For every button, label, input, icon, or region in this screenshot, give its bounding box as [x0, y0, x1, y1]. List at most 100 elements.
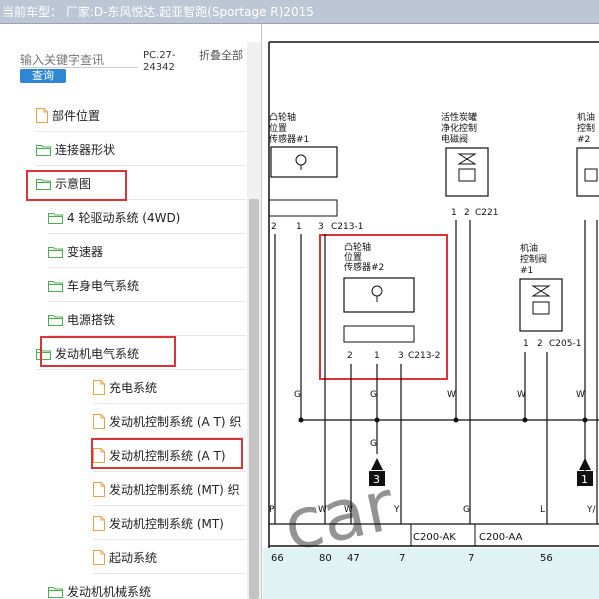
connector-c200-ak: C200-AK	[413, 532, 456, 543]
tree-item[interactable]: 发动机控制系统 (MT)	[93, 508, 246, 540]
oil-control-valve-1[interactable]: 机油 控制阀 #1 1 2 C205-1	[519, 242, 581, 349]
wire-label: W	[318, 505, 327, 515]
cam2-connector: C213-2	[408, 351, 440, 361]
tree-item-label: 车身电气系统	[67, 279, 140, 293]
canister-pin-2: 2	[464, 208, 470, 218]
ecu-pin: 56	[540, 553, 553, 564]
wire-label: Y/	[586, 505, 596, 515]
tree-item-label: 发动机控制系统 (MT)	[109, 517, 224, 531]
tree-item-label: 电源搭铁	[67, 313, 116, 327]
wire-label: G	[370, 439, 377, 449]
tree-item-label: 变速器	[67, 245, 104, 259]
cam2-label-1: 凸轮轴	[344, 241, 371, 253]
folder-icon	[48, 314, 63, 326]
folder-icon	[48, 586, 63, 598]
folder-icon	[48, 246, 63, 258]
tree-item-label: 连接器形状	[55, 143, 116, 157]
cam1-pin-2: 2	[271, 222, 277, 232]
pc-code: PC.27-24342	[143, 50, 176, 73]
cam1-label-1: 凸轮轴	[269, 111, 296, 123]
title-bar: 当前车型： 厂家:D-东风悦达.起亚智跑(Sportage R)2015	[0, 0, 599, 24]
canister-label-2: 净化控制	[441, 122, 477, 134]
cam2-pin-1: 1	[374, 351, 380, 361]
oil1-label-2: 控制阀	[520, 253, 547, 265]
tree-item[interactable]: 电源搭铁	[48, 304, 246, 336]
file-icon	[93, 380, 105, 395]
cam2-pin-2: 2	[347, 351, 353, 361]
oil1-pin-1: 1	[523, 339, 529, 349]
ecu-pin: 7	[399, 553, 405, 564]
tree-item[interactable]: 4 轮驱动系统 (4WD)	[48, 202, 246, 234]
tree-item[interactable]: 发动机控制系统 (MT) 织	[93, 474, 246, 506]
tree-item[interactable]: 充电系统	[93, 372, 246, 404]
cam1-connector: C213-1	[331, 222, 363, 232]
wiring-diagram: car 凸轮轴 位置 传感器#1 2 1 3 C213-1 活性炭罐 净化控制 …	[263, 24, 599, 599]
canister-connector: C221	[475, 208, 498, 218]
ecu-pin: 80	[319, 553, 332, 564]
ecu-pin: 7	[468, 553, 474, 564]
tree-item-label: 起动系统	[109, 551, 158, 565]
oil-control-valve-2[interactable]: 机油 控制 #2	[576, 111, 599, 197]
collapse-all-button[interactable]: 折叠全部	[199, 50, 243, 62]
highlight-box-schematic	[26, 170, 127, 201]
highlight-box-engine-control-at	[91, 438, 243, 469]
cam1-label-2: 位置	[269, 122, 287, 134]
tree-item[interactable]: 起动系统	[93, 542, 246, 574]
folder-icon	[48, 212, 63, 224]
tree-item[interactable]: 车身电气系统	[48, 270, 246, 302]
canister-label-1: 活性炭罐	[441, 111, 477, 123]
wire-label: L	[540, 505, 545, 515]
highlight-box-engine-electrical	[40, 336, 176, 367]
tree-item-label: 充电系统	[109, 381, 158, 395]
wire-label: G	[294, 390, 301, 400]
tree-item-label: 发动机控制系统 (A T) 织	[109, 415, 242, 429]
ecu-pin: 66	[271, 553, 284, 564]
oil1-label-1: 机油	[520, 242, 538, 254]
cam1-label-3: 传感器#1	[269, 133, 309, 145]
wire-label: W	[344, 505, 353, 515]
folder-icon	[48, 280, 63, 292]
ground-marker-label: 1	[581, 473, 588, 486]
file-icon	[93, 550, 105, 565]
tree-item[interactable]: 连接器形状	[36, 134, 246, 166]
oil1-label-3: #1	[520, 266, 533, 276]
tree-item-label: 发动机机械系统	[67, 585, 152, 599]
cam2-pin-3: 3	[398, 351, 404, 361]
wire-label: Y	[393, 505, 400, 515]
search-button[interactable]: 查询	[20, 69, 66, 83]
cam-sensor-1[interactable]: 凸轮轴 位置 传感器#1 2 1 3 C213-1	[268, 111, 363, 232]
tree-item[interactable]: 发动机机械系统	[48, 576, 246, 599]
tree-item-label: 部件位置	[52, 109, 101, 123]
wire-label: W	[517, 390, 526, 400]
cam2-label-3: 传感器#2	[344, 261, 384, 273]
wire-label: G	[463, 505, 470, 515]
file-icon	[93, 516, 105, 531]
canister-purge-valve[interactable]: 活性炭罐 净化控制 电磁阀 1 2 C221	[441, 111, 498, 218]
cam-sensor-2[interactable]: 凸轮轴 位置 传感器#2 2 1 3 C213-2	[319, 234, 448, 380]
tree-item[interactable]: 部件位置	[36, 100, 246, 132]
ground-marker-1[interactable]: 1	[577, 458, 593, 486]
search-input[interactable]	[20, 52, 138, 68]
oil1-pin-2: 2	[537, 339, 543, 349]
oil2-label-1: 机油	[577, 111, 595, 123]
wire-label: W	[576, 390, 585, 400]
file-icon	[93, 482, 105, 497]
wire-label: G	[370, 390, 377, 400]
connector-c200-aa: C200-AA	[479, 532, 523, 543]
scrollbar-thumb[interactable]	[249, 199, 259, 599]
oil2-label-3: #2	[577, 135, 590, 145]
file-icon	[36, 108, 48, 123]
canister-label-3: 电磁阀	[441, 133, 468, 145]
oil1-connector: C205-1	[549, 339, 581, 349]
tree-item-label: 发动机控制系统 (MT) 织	[109, 483, 240, 497]
ground-marker-label: 3	[373, 473, 380, 486]
diagram-svg: car 凸轮轴 位置 传感器#1 2 1 3 C213-1 活性炭罐 净化控制 …	[263, 41, 599, 599]
wire-label: P	[269, 505, 275, 515]
tree-item[interactable]: 变速器	[48, 236, 246, 268]
tree-item[interactable]: 发动机控制系统 (A T) 织	[93, 406, 246, 438]
ground-marker-3[interactable]: 3	[369, 458, 385, 486]
sidebar: 查询 PC.27-24342 折叠全部 部件位置连接器形状示意图4 轮驱动系统 …	[0, 24, 262, 599]
ecu-pin: 47	[347, 553, 360, 564]
current-model-text: 当前车型： 厂家:D-东风悦达.起亚智跑(Sportage R)2015	[2, 5, 314, 19]
tree-item-label: 4 轮驱动系统 (4WD)	[67, 211, 181, 225]
